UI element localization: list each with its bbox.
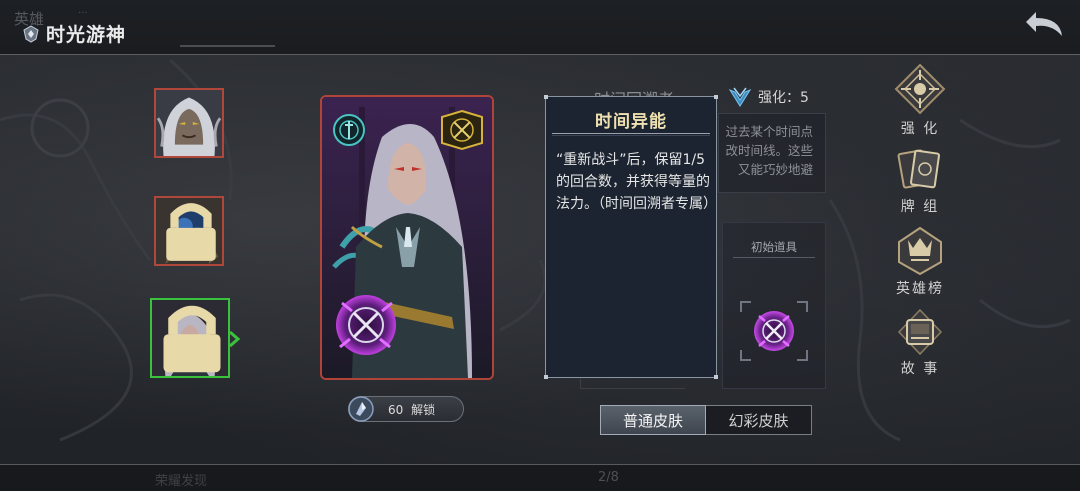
selected-chevron-icon: [229, 330, 241, 348]
menu-enhance-label: 强 化: [900, 121, 940, 137]
tooltip-corner: [714, 375, 718, 379]
page-title: 时光游神: [22, 20, 126, 47]
menu-deck-label: 牌 组: [900, 199, 940, 215]
starting-items-label: 初始道具: [751, 240, 797, 254]
menu-story-label: 故 事: [900, 361, 940, 377]
desc-line: 过去某个时间点: [725, 124, 813, 139]
menu-story[interactable]: 故 事: [892, 308, 948, 378]
starting-items-panel: 初始道具: [722, 222, 826, 389]
hero-description-box: 过去某个时间点 改时间线。这些 又能巧妙地避: [718, 113, 826, 193]
top-bar: 英雄 ··· 时光游神: [0, 0, 1080, 55]
menu-enhance[interactable]: 强 化: [892, 62, 948, 138]
dagger-rune-icon: [333, 114, 365, 146]
page-title-text: 时光游神: [46, 24, 127, 46]
page-indicator: 2/8: [598, 470, 619, 485]
tooltip-corner: [544, 95, 548, 99]
desc-line: 改时间线。这些: [725, 143, 813, 158]
enhance-icon: [894, 63, 946, 115]
menu-deck[interactable]: 牌 组: [892, 146, 948, 216]
strength-label: 强化：5: [758, 90, 809, 106]
back-arrow-icon[interactable]: [1022, 6, 1066, 42]
menu-hero-ranking[interactable]: 英雄榜: [892, 226, 948, 298]
menu-hero-ranking-label: 英雄榜: [896, 281, 944, 297]
unlock-label: 解锁: [411, 402, 436, 417]
unlock-cost: 60: [388, 402, 404, 417]
hero-thumb-time-traveler[interactable]: [150, 298, 230, 378]
ghost-subtitle: ···: [78, 8, 88, 19]
tooltip-divider: [552, 133, 710, 134]
lock-icon: [163, 305, 221, 373]
ghost-bottom-label: 荣耀发现: [155, 474, 208, 489]
ghost-divider: [180, 45, 275, 47]
hero-card[interactable]: [320, 95, 494, 380]
ghost-panel-edge: [580, 378, 685, 389]
story-icon: [897, 308, 943, 356]
time-dagger-icon: [336, 295, 396, 355]
tooltip-corner: [714, 95, 718, 99]
time-dagger-item-icon[interactable]: [737, 298, 811, 364]
strength-level: 强化：5: [728, 86, 809, 108]
bottom-bar: 荣耀发现 2/8: [0, 464, 1080, 491]
skin-tab-fancy[interactable]: 幻彩皮肤: [706, 405, 812, 435]
hero-ranking-icon: [898, 226, 942, 276]
tooltip-corner: [544, 375, 548, 379]
hero-thumb-white-hair[interactable]: [154, 88, 224, 158]
desc-line: 又能巧妙地避: [737, 162, 813, 177]
hero-card-art: [322, 97, 492, 378]
skill-tooltip: 时间异能 “重新战斗”后，保留1/5的回合数，并获得等量的法力。（时间回溯者专属…: [544, 95, 718, 379]
items-divider: [733, 257, 815, 258]
hero-thumb-blue-rose[interactable]: [154, 196, 224, 266]
strength-wing-icon: [728, 87, 752, 107]
unlock-cost-label: 60 解锁: [388, 401, 435, 418]
hero-description: 过去某个时间点 改时间线。这些 又能巧妙地避: [719, 122, 825, 179]
crossed-swords-icon: [441, 109, 483, 151]
crest-icon: [23, 24, 39, 43]
tooltip-title: 时间异能: [595, 112, 667, 132]
hero-portrait-white-hair: [156, 90, 222, 156]
card-deck-icon: [897, 149, 940, 189]
crystal-currency-icon: [348, 396, 374, 422]
tooltip-divider-shadow: [552, 135, 710, 136]
lock-icon: [166, 203, 216, 261]
tooltip-body: “重新战斗”后，保留1/5的回合数，并获得等量的法力。（时间回溯者专属）: [556, 152, 717, 212]
skin-tab-normal[interactable]: 普通皮肤: [600, 405, 706, 435]
skin-toggle: 普通皮肤 幻彩皮肤: [600, 405, 812, 435]
unlock-button[interactable]: 60 解锁: [348, 396, 464, 422]
